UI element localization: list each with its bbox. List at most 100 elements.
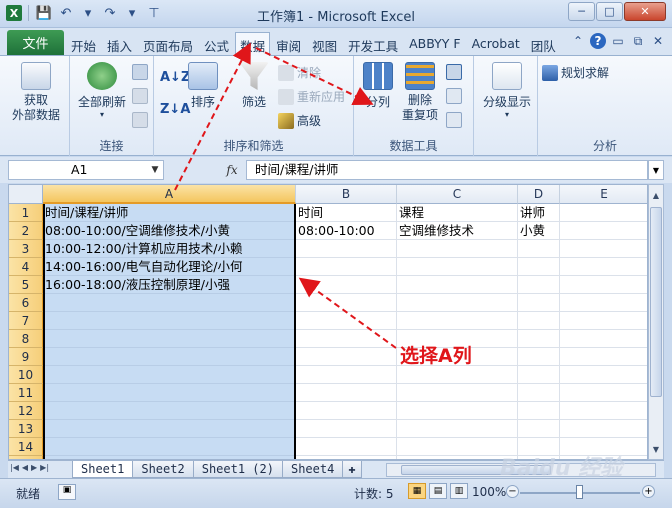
cell-e2[interactable] <box>560 222 647 240</box>
sheet-tab[interactable]: Sheet2 <box>132 461 194 478</box>
prev-sheet-icon[interactable]: ◀ <box>22 463 28 472</box>
cell-a12[interactable] <box>43 402 296 420</box>
cell-b1[interactable]: 时间 <box>296 204 397 222</box>
page-layout-view-icon[interactable]: ▤ <box>429 483 447 499</box>
cell-b5[interactable] <box>296 276 397 294</box>
cell-a11[interactable] <box>43 384 296 402</box>
name-box-dropdown-icon[interactable]: ▼ <box>148 161 162 179</box>
insert-sheet-icon[interactable]: ✚ <box>342 461 362 478</box>
advanced-button[interactable]: 高级 <box>278 112 321 129</box>
tab-acrobat[interactable]: Acrobat <box>467 32 525 59</box>
row-header[interactable]: 3 <box>9 240 43 258</box>
vertical-scrollbar[interactable]: ▲ ▼ <box>648 184 664 460</box>
cell-d11[interactable] <box>518 384 560 402</box>
cell-c1[interactable]: 课程 <box>397 204 518 222</box>
cell-a5[interactable]: 16:00-18:00/液压控制原理/小强 <box>43 276 296 294</box>
cell-b8[interactable] <box>296 330 397 348</box>
cell-e12[interactable] <box>560 402 647 420</box>
clear-button[interactable]: 清除 <box>278 64 321 81</box>
column-header-e[interactable]: E <box>560 185 647 204</box>
refresh-all-button[interactable]: 全部刷新 ▾ <box>74 62 130 119</box>
cell-d3[interactable] <box>518 240 560 258</box>
first-sheet-icon[interactable]: |◀ <box>10 463 19 472</box>
cell-e7[interactable] <box>560 312 647 330</box>
tab-data[interactable]: 数据 <box>235 32 271 59</box>
page-break-view-icon[interactable]: ▥ <box>450 483 468 499</box>
cell-d7[interactable] <box>518 312 560 330</box>
name-box[interactable]: A1 <box>8 160 164 180</box>
cell-e3[interactable] <box>560 240 647 258</box>
cell-d6[interactable] <box>518 294 560 312</box>
cell-b11[interactable] <box>296 384 397 402</box>
row-header[interactable]: 14 <box>9 438 43 456</box>
cell-c5[interactable] <box>397 276 518 294</box>
cell-d1[interactable]: 讲师 <box>518 204 560 222</box>
sheet-tab[interactable]: Sheet4 <box>281 461 344 478</box>
help-icon[interactable]: ? <box>590 33 606 49</box>
cell-a2[interactable]: 08:00-10:00/空调维修技术/小黄 <box>43 222 296 240</box>
cell-e4[interactable] <box>560 258 647 276</box>
consolidate-icon[interactable] <box>446 88 462 104</box>
filter-button[interactable]: 筛选 <box>234 62 274 110</box>
scroll-thumb[interactable] <box>650 207 662 397</box>
cell-c11[interactable] <box>397 384 518 402</box>
get-external-data-button[interactable]: 获取 外部数据 <box>6 62 66 123</box>
column-header-b[interactable]: B <box>296 185 397 204</box>
minimize-button[interactable]: ─ <box>568 2 595 21</box>
scroll-up-icon[interactable]: ▲ <box>649 187 663 203</box>
cell-d9[interactable] <box>518 348 560 366</box>
tab-view[interactable]: 视图 <box>307 32 342 59</box>
tab-formulas[interactable]: 公式 <box>199 32 234 59</box>
window-restore-icon[interactable]: ⧉ <box>630 33 646 49</box>
cell-d8[interactable] <box>518 330 560 348</box>
row-header[interactable]: 12 <box>9 402 43 420</box>
cell-c10[interactable] <box>397 366 518 384</box>
cell-a14[interactable] <box>43 438 296 456</box>
expand-formula-icon[interactable]: ▼ <box>648 160 664 180</box>
zoom-slider-knob[interactable] <box>576 485 583 499</box>
zoom-out-icon[interactable]: − <box>506 485 519 498</box>
data-validation-icon[interactable] <box>446 64 462 80</box>
maximize-button[interactable]: □ <box>596 2 623 21</box>
cell-e8[interactable] <box>560 330 647 348</box>
tab-file[interactable]: 文件 <box>7 30 64 55</box>
cell-b3[interactable] <box>296 240 397 258</box>
cell-e10[interactable] <box>560 366 647 384</box>
cell-a10[interactable] <box>43 366 296 384</box>
tab-review[interactable]: 审阅 <box>271 32 306 59</box>
row-header[interactable]: 7 <box>9 312 43 330</box>
solver-button[interactable]: 规划求解 <box>542 64 609 81</box>
sort-button[interactable]: 排序 <box>186 62 220 110</box>
row-header[interactable]: 13 <box>9 420 43 438</box>
cell-a13[interactable] <box>43 420 296 438</box>
remove-duplicates-button[interactable]: 删除 重复项 <box>400 62 440 123</box>
cell-e13[interactable] <box>560 420 647 438</box>
close-button[interactable]: ✕ <box>624 2 666 21</box>
cell-c13[interactable] <box>397 420 518 438</box>
edit-links-icon[interactable] <box>132 112 148 128</box>
cell-c6[interactable] <box>397 294 518 312</box>
cell-b4[interactable] <box>296 258 397 276</box>
properties-icon[interactable] <box>132 88 148 104</box>
scroll-down-icon[interactable]: ▼ <box>649 441 663 457</box>
reapply-button[interactable]: 重新应用 <box>278 88 345 105</box>
cell-d10[interactable] <box>518 366 560 384</box>
insert-function-icon[interactable]: fx <box>222 161 242 179</box>
cell-b14[interactable] <box>296 438 397 456</box>
macro-record-icon[interactable]: ▣ <box>58 484 76 500</box>
cell-d2[interactable]: 小黄 <box>518 222 560 240</box>
cell-c4[interactable] <box>397 258 518 276</box>
window-close-icon[interactable]: ✕ <box>650 33 666 49</box>
cell-b7[interactable] <box>296 312 397 330</box>
row-header[interactable]: 5 <box>9 276 43 294</box>
cell-d4[interactable] <box>518 258 560 276</box>
cell-c3[interactable] <box>397 240 518 258</box>
connections-icon[interactable] <box>132 64 148 80</box>
cell-d12[interactable] <box>518 402 560 420</box>
row-header[interactable]: 1 <box>9 204 43 222</box>
row-header[interactable]: 2 <box>9 222 43 240</box>
zoom-in-icon[interactable]: + <box>642 485 655 498</box>
cell-b12[interactable] <box>296 402 397 420</box>
what-if-analysis-icon[interactable] <box>446 112 462 128</box>
cell-a4[interactable]: 14:00-16:00/电气自动化理论/小何 <box>43 258 296 276</box>
